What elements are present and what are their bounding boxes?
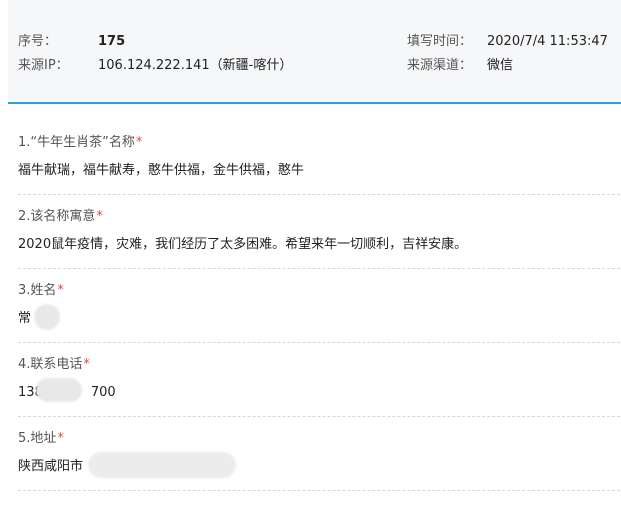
source-ip-value: 106.124.222.141（新疆-喀什） (98, 58, 293, 73)
question-title-text: 5.地址 (18, 431, 57, 446)
divider (18, 194, 620, 195)
seq-value: 175 (98, 34, 126, 49)
source-channel-value: 微信 (487, 58, 514, 73)
phone-suffix: 700 (90, 385, 116, 400)
required-marker: * (57, 431, 64, 446)
question-title: 4.联系电话* (18, 356, 90, 374)
question-title-text: 2.该名称寓意 (18, 209, 96, 224)
divider (18, 490, 620, 491)
fill-time-label: 填写时间： (407, 34, 473, 49)
divider (18, 416, 620, 417)
source-ip-label: 来源IP： (18, 58, 69, 73)
question-title: 3.姓名* (18, 282, 64, 300)
required-marker: * (135, 135, 143, 150)
divider (18, 342, 620, 343)
question-title: 5.地址* (18, 430, 64, 448)
required-marker: * (57, 283, 64, 298)
fill-time-value: 2020/7/4 11:53:47 (487, 34, 608, 49)
redaction-blur (88, 452, 236, 478)
redaction-blur (36, 378, 82, 402)
question-answer: 2020鼠年疫情，灾难，我们经历了太多困难。希望来年一切顺利，吉祥安康。 (18, 237, 468, 252)
submission-info-header (8, 0, 621, 104)
required-marker: * (83, 357, 90, 372)
redaction-blur (34, 304, 60, 330)
question-answer: 陕西咸阳市 (18, 459, 84, 474)
question-title-text: 1.“牛年生肖茶”名称 (18, 135, 135, 150)
divider (18, 268, 620, 269)
required-marker: * (96, 209, 103, 224)
seq-label: 序号： (18, 34, 58, 49)
question-title: 1.“牛年生肖茶”名称* (18, 134, 142, 152)
question-answer: 常 (18, 311, 32, 326)
question-answer: 福牛献瑞，福牛献寿，憨牛供福，金牛供福，憨牛 (18, 163, 305, 178)
question-title: 2.该名称寓意* (18, 208, 103, 226)
source-channel-label: 来源渠道： (407, 58, 473, 73)
question-title-text: 3.姓名 (18, 283, 57, 298)
question-title-text: 4.联系电话 (18, 357, 83, 372)
